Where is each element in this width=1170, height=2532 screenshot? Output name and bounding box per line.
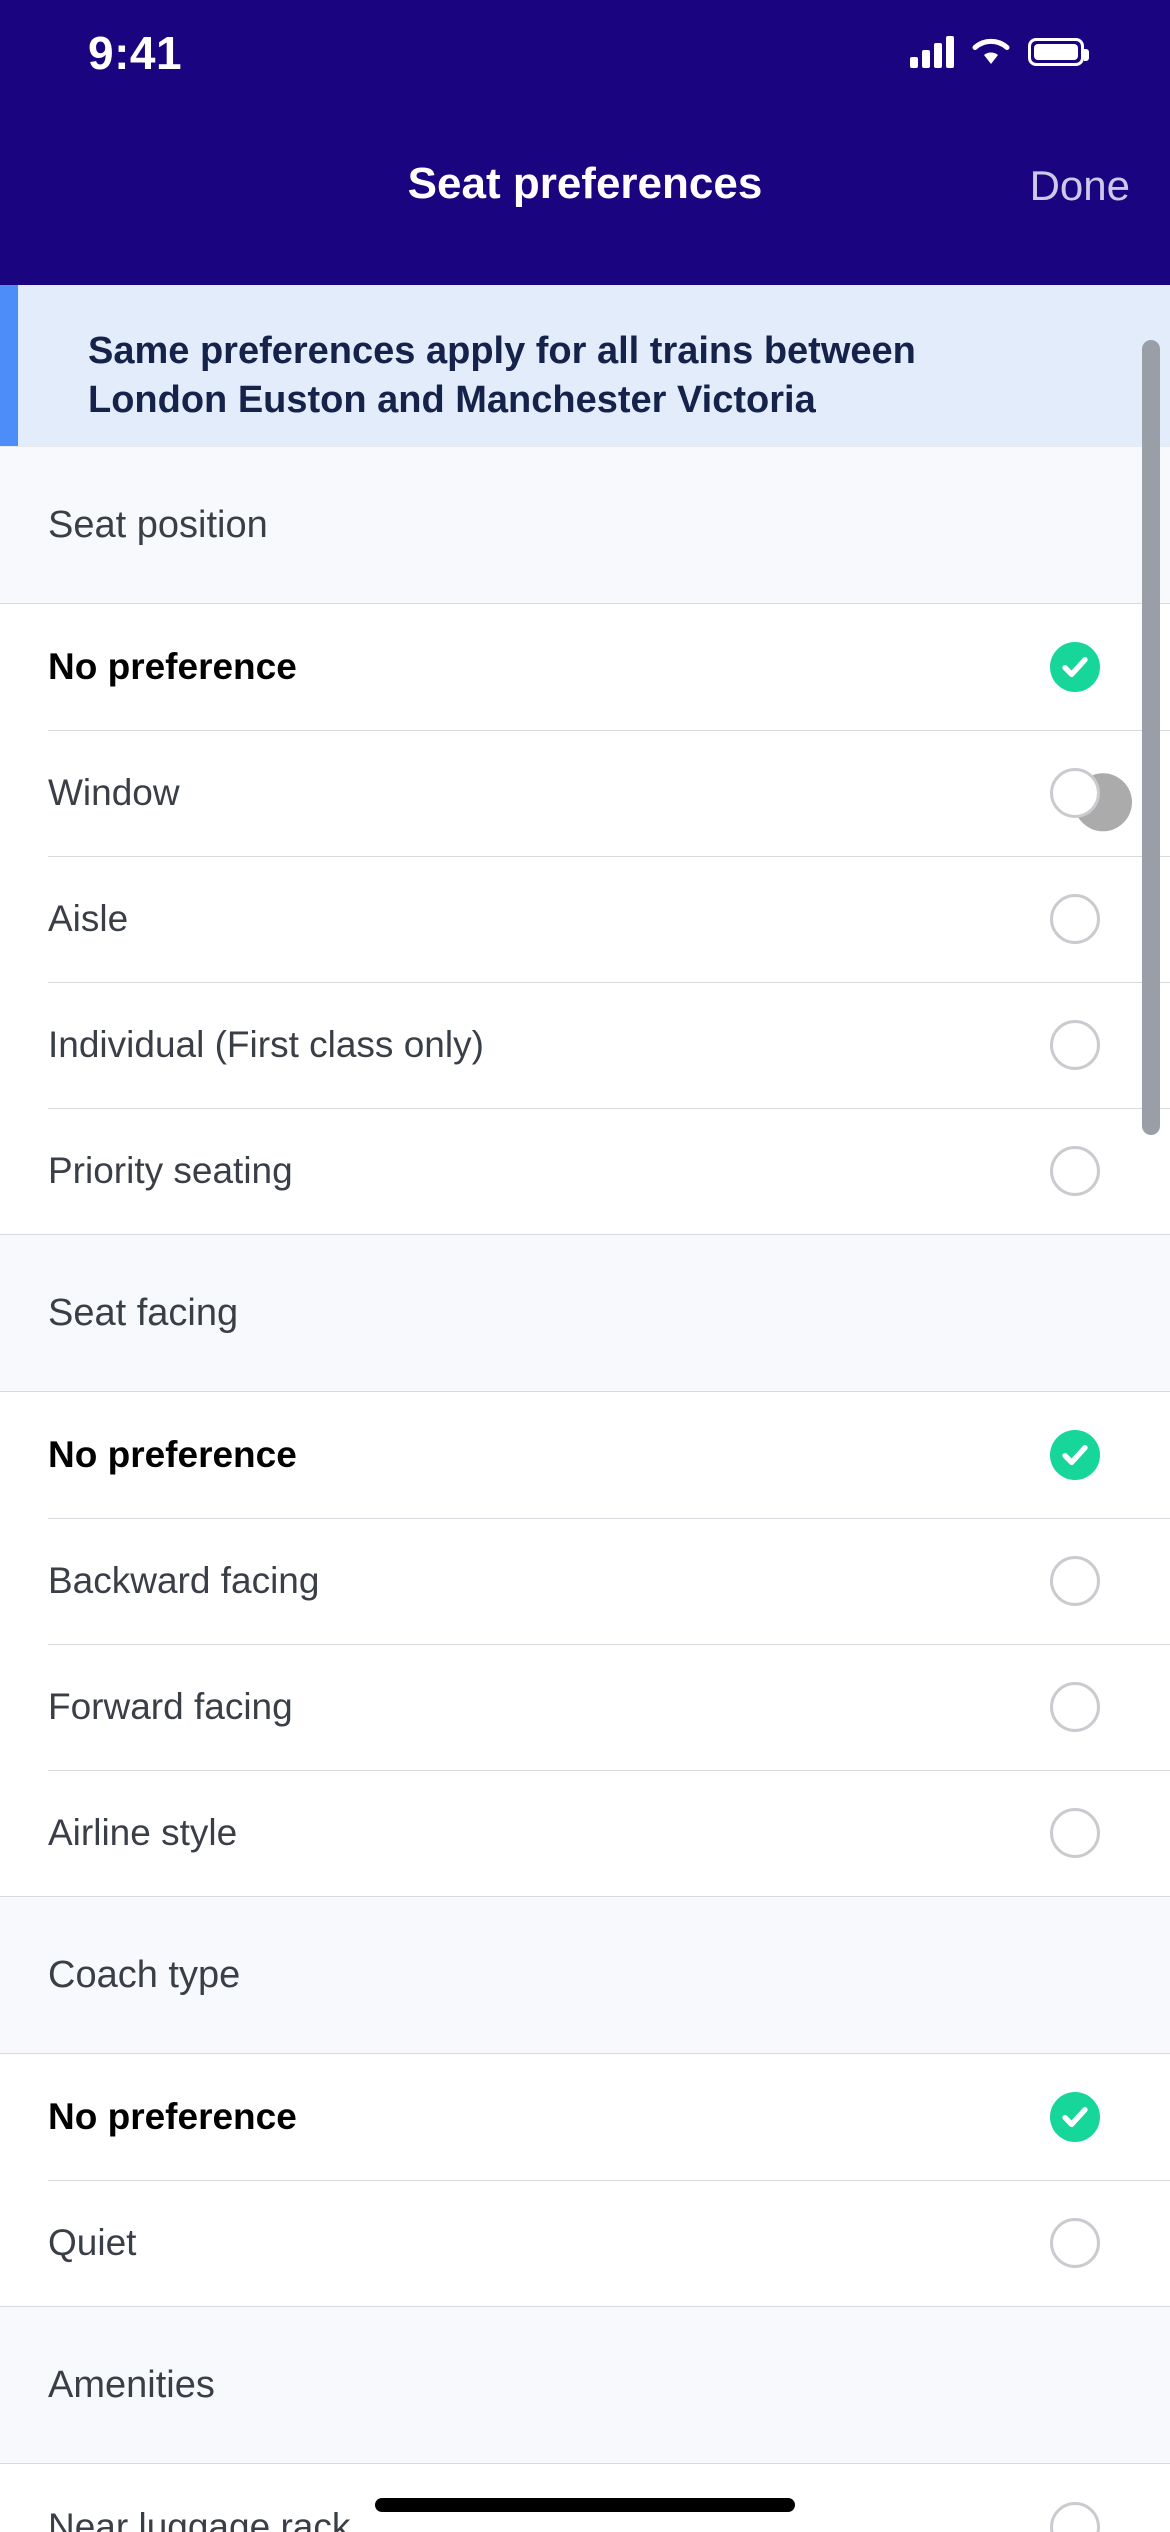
radio-unchecked-icon[interactable]	[1050, 2502, 1100, 2532]
preference-option-label: Forward facing	[48, 1686, 293, 1727]
preference-option-row[interactable]: Forward facing	[0, 1644, 1170, 1770]
radio-checked-icon[interactable]	[1050, 642, 1100, 692]
preference-option-label: Near luggage rack	[48, 2506, 351, 2532]
preference-option-label: Airline style	[48, 1812, 238, 1853]
preference-option-row[interactable]: Airline style	[0, 1770, 1170, 1896]
section-header: Seat position	[0, 446, 1170, 604]
preference-option-row[interactable]: Window	[0, 730, 1170, 856]
status-bar: 9:41	[0, 0, 1170, 118]
vertical-scrollbar[interactable]	[1142, 340, 1160, 1135]
preference-option-label: Window	[48, 772, 180, 813]
navigation-bar: Seat preferences Done	[0, 118, 1170, 285]
seat-preferences-screen: 9:41 Seat preferences Done Same preferen…	[0, 0, 1170, 2532]
preference-sections: Seat position No preference Window Aisle Ind…	[0, 446, 1170, 2532]
radio-unchecked-icon[interactable]	[1050, 1682, 1100, 1732]
preference-option-label: No preference	[48, 1434, 297, 1475]
preference-option-label: Aisle	[48, 898, 129, 939]
preference-option-row[interactable]: Priority seating	[0, 1108, 1170, 1234]
banner-accent-bar	[0, 285, 18, 446]
radio-checked-icon[interactable]	[1050, 1430, 1100, 1480]
status-bar-time: 9:41	[88, 27, 183, 79]
section-header-label: Amenities	[48, 2363, 215, 2406]
done-button[interactable]: Done	[1030, 162, 1130, 210]
radio-unchecked-icon[interactable]	[1050, 1556, 1100, 1606]
preference-option-row[interactable]: No preference	[0, 604, 1170, 730]
preference-option-row[interactable]: No preference	[0, 2054, 1170, 2180]
radio-unchecked-icon[interactable]	[1050, 1808, 1100, 1858]
section-header-label: Seat facing	[48, 1291, 239, 1334]
section-header-label: Coach type	[48, 1953, 241, 1996]
section-header: Amenities	[0, 2306, 1170, 2464]
preference-option-row[interactable]: Quiet	[0, 2180, 1170, 2306]
section-header: Seat facing	[0, 1234, 1170, 1392]
radio-unchecked-icon[interactable]	[1050, 1020, 1100, 1070]
radio-unchecked-icon[interactable]	[1050, 894, 1100, 944]
cellular-signal-icon	[910, 36, 954, 68]
preferences-scroll-area[interactable]: Same preferences apply for all trains be…	[0, 285, 1170, 2532]
radio-unchecked-icon[interactable]	[1050, 768, 1100, 818]
battery-icon	[1028, 38, 1089, 66]
preference-option-label: Backward facing	[48, 1560, 320, 1601]
preference-option-row[interactable]: No preference	[0, 1392, 1170, 1518]
preference-option-row[interactable]: Backward facing	[0, 1518, 1170, 1644]
preference-option-label: No preference	[48, 2096, 297, 2137]
preference-option-row[interactable]: Aisle	[0, 856, 1170, 982]
radio-unchecked-icon[interactable]	[1050, 2218, 1100, 2268]
wifi-icon	[971, 37, 1011, 67]
section-header: Coach type	[0, 1896, 1170, 2054]
preference-option-label: Quiet	[48, 2222, 137, 2263]
page-title: Seat preferences	[407, 159, 763, 208]
radio-checked-icon[interactable]	[1050, 2092, 1100, 2142]
banner-text: Same preferences apply for all trains be…	[88, 330, 916, 421]
status-bar-icons	[910, 30, 1089, 74]
section-header-label: Seat position	[48, 503, 268, 546]
preference-option-row[interactable]: Individual (First class only)	[0, 982, 1170, 1108]
radio-unchecked-icon[interactable]	[1050, 1146, 1100, 1196]
preference-option-label: Individual (First class only)	[48, 1024, 484, 1065]
preference-option-label: No preference	[48, 646, 297, 687]
home-indicator	[375, 2498, 795, 2512]
info-banner: Same preferences apply for all trains be…	[0, 285, 1170, 446]
preference-option-label: Priority seating	[48, 1150, 293, 1191]
